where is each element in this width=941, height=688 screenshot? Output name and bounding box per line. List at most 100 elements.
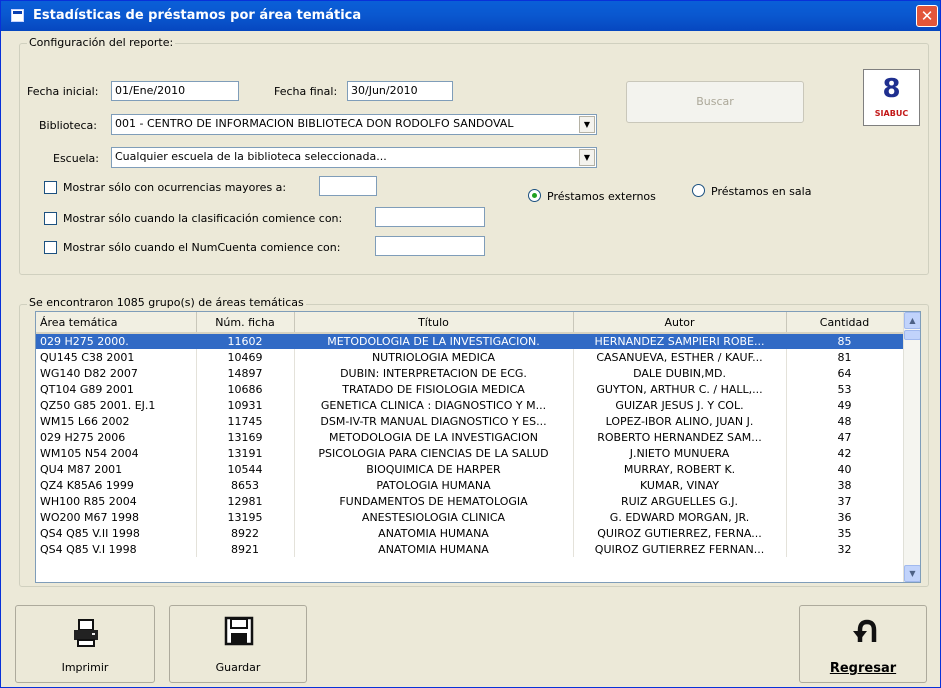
cell-autor: GUIZAR JESUS J. Y COL. xyxy=(573,397,787,413)
table-row[interactable]: QZ50 G85 2001. EJ.1 10931 GENETICA CLINI… xyxy=(36,397,904,413)
cell-area: WM105 N54 2004 xyxy=(36,445,197,461)
buscar-button[interactable]: Buscar xyxy=(626,81,804,123)
cell-ficha: 8653 xyxy=(196,477,295,493)
printer-icon xyxy=(74,619,98,647)
numcuenta-label[interactable]: Mostrar sólo cuando el NumCuenta comienc… xyxy=(63,241,340,254)
chevron-down-icon[interactable]: ▼ xyxy=(579,149,595,166)
col-header-titulo[interactable]: Título xyxy=(294,312,574,334)
cell-cantidad: 49 xyxy=(786,397,904,413)
cell-cantidad: 32 xyxy=(786,541,904,557)
col-header-area[interactable]: Área temática xyxy=(36,312,197,334)
cell-titulo: PSICOLOGIA PARA CIENCIAS DE LA SALUD xyxy=(294,445,574,461)
fecha-inicial-field[interactable]: 01/Ene/2010 xyxy=(111,81,239,101)
cell-cantidad: 38 xyxy=(786,477,904,493)
table-row[interactable]: WH100 R85 2004 12981 FUNDAMENTOS DE HEMA… xyxy=(36,493,904,509)
biblioteca-select[interactable]: 001 - CENTRO DE INFORMACION BIBLIOTECA D… xyxy=(111,114,597,135)
guardar-button[interactable]: Guardar xyxy=(169,605,307,683)
escuela-value: Cualquier escuela de la biblioteca selec… xyxy=(115,150,387,163)
fecha-inicial-label: Fecha inicial: xyxy=(27,85,99,98)
table-row[interactable]: QT104 G89 2001 10686 TRATADO DE FISIOLOG… xyxy=(36,381,904,397)
cell-cantidad: 53 xyxy=(786,381,904,397)
cell-autor: G. EDWARD MORGAN, JR. xyxy=(573,509,787,525)
sala-radio[interactable] xyxy=(692,184,705,197)
sala-label[interactable]: Préstamos en sala xyxy=(711,185,811,198)
cell-ficha: 10931 xyxy=(196,397,295,413)
biblioteca-value: 001 - CENTRO DE INFORMACION BIBLIOTECA D… xyxy=(115,117,514,130)
numcuenta-field[interactable] xyxy=(375,236,485,256)
cell-ficha: 10544 xyxy=(196,461,295,477)
cell-autor: QUIROZ GUTIERREZ, FERNA... xyxy=(573,525,787,541)
config-legend: Configuración del reporte: xyxy=(27,36,176,49)
escuela-label: Escuela: xyxy=(53,152,99,165)
col-header-ficha[interactable]: Núm. ficha xyxy=(196,312,295,334)
cell-ficha: 13195 xyxy=(196,509,295,525)
cell-autor: RUIZ ARGUELLES G.J. xyxy=(573,493,787,509)
cell-titulo: METODOLOGIA DE LA INVESTIGACION. xyxy=(294,333,574,349)
clasificacion-checkbox[interactable] xyxy=(44,212,57,225)
cell-area: WO200 M67 1998 xyxy=(36,509,197,525)
cell-autor: HERNANDEZ SAMPIERI ROBE... xyxy=(573,333,787,349)
cell-cantidad: 81 xyxy=(786,349,904,365)
table-row[interactable]: WM15 L66 2002 11745 DSM-IV-TR MANUAL DIA… xyxy=(36,413,904,429)
report-window: Estadísticas de préstamos por área temát… xyxy=(0,0,941,688)
chevron-down-icon[interactable]: ▼ xyxy=(579,116,595,133)
table-row[interactable]: WG140 D82 2007 14897 DUBIN: INTERPRETACI… xyxy=(36,365,904,381)
imprimir-button[interactable]: Imprimir xyxy=(15,605,155,683)
table-row[interactable]: QU145 C38 2001 10469 NUTRIOLOGIA MEDICA … xyxy=(36,349,904,365)
clasificacion-label[interactable]: Mostrar sólo cuando la clasificación com… xyxy=(63,212,342,225)
table-row[interactable]: QS4 Q85 V.I 1998 8921 ANATOMIA HUMANA QU… xyxy=(36,541,904,557)
guardar-label: Guardar xyxy=(215,661,261,674)
cell-titulo: ANATOMIA HUMANA xyxy=(294,525,574,541)
cell-cantidad: 85 xyxy=(786,333,904,349)
ocurrencias-label[interactable]: Mostrar sólo con ocurrencias mayores a: xyxy=(63,181,286,194)
externos-label[interactable]: Préstamos externos xyxy=(547,190,656,203)
fecha-final-label: Fecha final: xyxy=(274,85,338,98)
ocurrencias-field[interactable] xyxy=(319,176,377,196)
cell-titulo: BIOQUIMICA DE HARPER xyxy=(294,461,574,477)
table-row[interactable]: QS4 Q85 V.II 1998 8922 ANATOMIA HUMANA Q… xyxy=(36,525,904,541)
externos-radio[interactable] xyxy=(528,189,541,202)
cell-ficha: 11745 xyxy=(196,413,295,429)
close-button[interactable]: ✕ xyxy=(916,5,938,27)
scroll-thumb[interactable] xyxy=(904,330,920,340)
cell-area: WM15 L66 2002 xyxy=(36,413,197,429)
cell-titulo: TRATADO DE FISIOLOGIA MEDICA xyxy=(294,381,574,397)
cell-titulo: METODOLOGIA DE LA INVESTIGACION xyxy=(294,429,574,445)
siabuc-logo: 8 SIABUC xyxy=(863,69,920,126)
table-row[interactable]: QZ4 K85A6 1999 8653 PATOLOGIA HUMANA KUM… xyxy=(36,477,904,493)
table-row[interactable]: WO200 M67 1998 13195 ANESTESIOLOGIA CLIN… xyxy=(36,509,904,525)
cell-area: QU145 C38 2001 xyxy=(36,349,197,365)
cell-autor: DALE DUBIN,MD. xyxy=(573,365,787,381)
siabuc-logo-text: SIABUC xyxy=(874,109,909,118)
scroll-up-icon[interactable]: ▲ xyxy=(904,312,920,329)
table-row[interactable]: WM105 N54 2004 13191 PSICOLOGIA PARA CIE… xyxy=(36,445,904,461)
table-row[interactable]: 029 H275 2000. 11602 METODOLOGIA DE LA I… xyxy=(36,333,904,349)
siabuc-logo-number: 8 xyxy=(882,74,901,104)
regresar-button[interactable]: Regresar xyxy=(799,605,927,683)
cell-area: 029 H275 2000. xyxy=(36,333,197,349)
cell-cantidad: 37 xyxy=(786,493,904,509)
cell-autor: QUIROZ GUTIERREZ FERNAN... xyxy=(573,541,787,557)
cell-autor: CASANUEVA, ESTHER / KAUF... xyxy=(573,349,787,365)
col-header-autor[interactable]: Autor xyxy=(573,312,787,334)
clasificacion-field[interactable] xyxy=(375,207,485,227)
cell-area: QU4 M87 2001 xyxy=(36,461,197,477)
vertical-scrollbar[interactable]: ▲ ▼ xyxy=(903,312,920,582)
col-header-cantidad[interactable]: Cantidad xyxy=(786,312,904,334)
results-table[interactable]: Área temática Núm. ficha Título Autor Ca… xyxy=(35,311,921,583)
window-icon xyxy=(11,9,24,22)
table-row[interactable]: 029 H275 2006 13169 METODOLOGIA DE LA IN… xyxy=(36,429,904,445)
scroll-down-icon[interactable]: ▼ xyxy=(904,565,920,582)
cell-autor: ROBERTO HERNANDEZ SAM... xyxy=(573,429,787,445)
numcuenta-checkbox[interactable] xyxy=(44,241,57,254)
cell-ficha: 11602 xyxy=(196,333,295,349)
ocurrencias-checkbox[interactable] xyxy=(44,181,57,194)
title-bar[interactable]: Estadísticas de préstamos por área temát… xyxy=(1,1,940,31)
fecha-final-field[interactable]: 30/Jun/2010 xyxy=(347,81,453,101)
cell-cantidad: 40 xyxy=(786,461,904,477)
escuela-select[interactable]: Cualquier escuela de la biblioteca selec… xyxy=(111,147,597,168)
cell-titulo: FUNDAMENTOS DE HEMATOLOGIA xyxy=(294,493,574,509)
table-row[interactable]: QU4 M87 2001 10544 BIOQUIMICA DE HARPER … xyxy=(36,461,904,477)
cell-ficha: 13191 xyxy=(196,445,295,461)
biblioteca-label: Biblioteca: xyxy=(39,119,98,132)
